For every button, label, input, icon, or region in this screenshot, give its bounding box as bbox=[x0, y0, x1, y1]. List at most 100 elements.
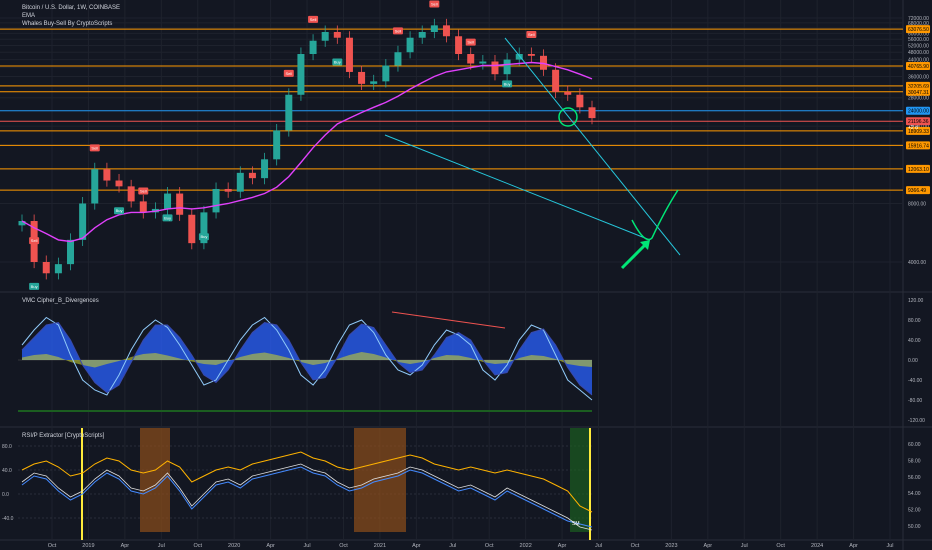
x-tick-label: Apr bbox=[266, 543, 275, 549]
x-tick-label: Oct bbox=[339, 543, 348, 549]
current-price-sub: +2 d bbox=[908, 125, 918, 131]
x-tick-label: Apr bbox=[849, 543, 858, 549]
candle-body bbox=[139, 201, 147, 213]
vmc-tick-label: 0.00 bbox=[908, 358, 918, 364]
signal-label: Buy bbox=[116, 208, 123, 213]
x-tick-label: Jul bbox=[741, 543, 748, 549]
x-tick-label: 2019 bbox=[82, 543, 94, 549]
signal-label: Buy bbox=[334, 60, 341, 65]
candle-body bbox=[164, 193, 172, 209]
candle-body bbox=[248, 172, 256, 179]
price-level-value: 24000.00 bbox=[908, 109, 929, 115]
main-legend: Bitcoin / U.S. Dollar, 1W, COINBASE EMA … bbox=[22, 4, 120, 28]
candle-body bbox=[491, 61, 499, 75]
candle-body bbox=[54, 264, 62, 274]
x-tick-label: Apr bbox=[412, 543, 421, 549]
rsi-right-tick: 52.00 bbox=[908, 508, 921, 514]
price-tick-label: 8000.00 bbox=[908, 201, 926, 207]
x-tick-label: Jul bbox=[304, 543, 311, 549]
chart-canvas[interactable]: Oct 2019 Apr Jul Oct 2020 Apr Jul Oct 2021 Apr Jul O… bbox=[0, 0, 932, 550]
rsi-left-tick: 0.0 bbox=[2, 492, 9, 498]
vmc-tick-label: -120.00 bbox=[908, 418, 925, 424]
candle-body bbox=[261, 159, 269, 179]
signal-label: Sell bbox=[310, 17, 317, 22]
price-level-value: 63076.50 bbox=[908, 27, 929, 33]
x-tick-label: Jul bbox=[449, 543, 456, 549]
vmc-tick-label: 120.00 bbox=[908, 298, 924, 304]
price-tick-label: 52000.00 bbox=[908, 43, 929, 49]
x-tick-label: Jul bbox=[595, 543, 602, 549]
x-tick-label: Oct bbox=[48, 543, 57, 549]
candle-body bbox=[67, 239, 75, 265]
vmc-title: VMC Cipher_B_Divergences bbox=[22, 298, 99, 304]
signal-label: Sell bbox=[140, 189, 147, 194]
signal-label: Sell bbox=[91, 145, 98, 150]
candle-body bbox=[333, 31, 341, 38]
price-level-value: 9366.49 bbox=[908, 188, 926, 194]
vmc-tick-label: 80.00 bbox=[908, 318, 921, 324]
candle-body bbox=[91, 169, 99, 204]
candle-body bbox=[321, 31, 329, 41]
candle-body bbox=[224, 188, 232, 192]
signal-label: Sell bbox=[467, 40, 474, 45]
signal-label: Sell bbox=[31, 238, 38, 243]
whales-legend: Whales Buy-Sell By CryptoScripts bbox=[22, 21, 113, 27]
candle-body bbox=[564, 91, 572, 95]
candle-body bbox=[370, 81, 378, 84]
rsi-right-tick: 58.00 bbox=[908, 458, 921, 464]
candle-body bbox=[103, 169, 111, 181]
x-tick-label: Oct bbox=[776, 543, 785, 549]
x-tick-label: Jul bbox=[886, 543, 893, 549]
candle-body bbox=[285, 94, 293, 131]
candle-body bbox=[406, 37, 414, 53]
candle-body bbox=[527, 54, 535, 56]
candle-body bbox=[79, 203, 87, 240]
rsi-sm-label: SM bbox=[572, 521, 580, 527]
x-tick-label: Apr bbox=[558, 543, 567, 549]
signal-label: Buy bbox=[504, 81, 511, 86]
vmc-tick-label: -40.00 bbox=[908, 378, 922, 384]
price-level-value: 12063.10 bbox=[908, 167, 929, 173]
signal-label: Sell bbox=[285, 71, 292, 76]
price-level-value: 30047.31 bbox=[908, 90, 929, 96]
x-tick-label: 2021 bbox=[374, 543, 386, 549]
rsi-right-tick: 60.00 bbox=[908, 442, 921, 448]
x-tick-label: 2020 bbox=[228, 543, 240, 549]
candle-body bbox=[430, 25, 438, 32]
candle-body bbox=[188, 214, 196, 244]
candle-body bbox=[297, 54, 305, 95]
rsi-title: RSI/P Extractor [CryptoScripts] bbox=[22, 433, 105, 439]
candle-body bbox=[176, 193, 184, 215]
rsi-legend: RSI/P Extractor [CryptoScripts] bbox=[22, 432, 104, 440]
x-tick-label: Oct bbox=[631, 543, 640, 549]
candle-body bbox=[42, 262, 50, 274]
price-tick-label: 48000.00 bbox=[908, 50, 929, 56]
rsi-right-tick: 54.00 bbox=[908, 491, 921, 497]
x-tick-label: Oct bbox=[485, 543, 494, 549]
vmc-tick-label: -80.00 bbox=[908, 398, 922, 404]
candle-body bbox=[345, 37, 353, 72]
signal-label: Sell bbox=[431, 2, 438, 7]
x-tick-label: Apr bbox=[121, 543, 130, 549]
candle-body bbox=[236, 172, 244, 192]
rsi-left-tick: -40.0 bbox=[2, 516, 14, 522]
candle-body bbox=[115, 180, 123, 187]
signal-label: Buy bbox=[200, 234, 207, 239]
candle-body bbox=[418, 31, 426, 38]
price-tick-label: 28000.00 bbox=[908, 96, 929, 102]
symbol-title: Bitcoin / U.S. Dollar, 1W, COINBASE bbox=[22, 5, 121, 11]
signal-label: Buy bbox=[31, 284, 38, 289]
rsi-left-tick: 80.0 bbox=[2, 444, 12, 450]
candle-body bbox=[576, 94, 584, 108]
candle-body bbox=[588, 107, 596, 119]
candle-body bbox=[394, 52, 402, 66]
x-tick-label: 2024 bbox=[811, 543, 823, 549]
signal-label: Sell bbox=[528, 32, 535, 37]
price-tick-label: 36000.00 bbox=[908, 75, 929, 81]
vmc-legend: VMC Cipher_B_Divergences bbox=[22, 297, 99, 305]
rsi-right-tick: 50.00 bbox=[908, 524, 921, 530]
price-tick-label: 56000.00 bbox=[908, 37, 929, 43]
x-tick-label: Jul bbox=[158, 543, 165, 549]
candle-body bbox=[479, 61, 487, 64]
candle-body bbox=[358, 71, 366, 84]
